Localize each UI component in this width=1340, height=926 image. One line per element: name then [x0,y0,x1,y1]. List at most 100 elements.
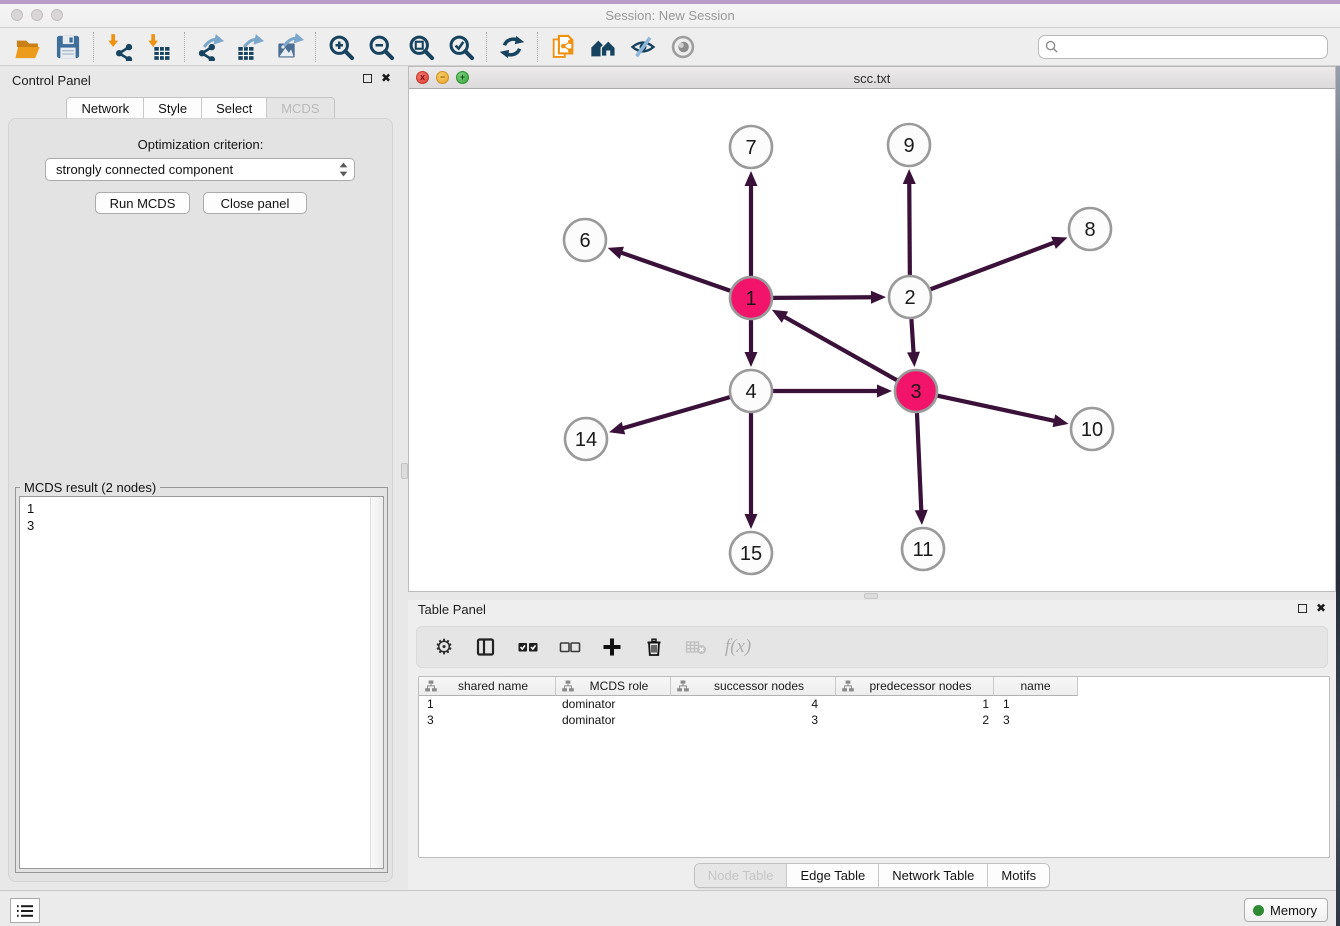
show-all-networks-button[interactable] [583,31,623,63]
table-cell[interactable]: 3 [994,713,1078,727]
graph-edge-1-4[interactable] [745,320,758,367]
splitter-grip[interactable] [401,463,408,479]
graph-edge-2-8[interactable] [931,237,1068,290]
graph-edge-3-1[interactable] [772,310,897,380]
graph-edge-3-10[interactable] [938,396,1069,427]
search-box[interactable] [1038,35,1328,59]
apply-preferred-layout-button[interactable] [492,31,532,63]
table-cell[interactable]: 3 [671,713,836,727]
show-task-history-button[interactable] [10,898,40,923]
zoom-out-button[interactable] [361,31,401,63]
export-network-button[interactable] [190,31,230,63]
network-canvas[interactable]: 1 2 3 4 6 7 8 9 10 11 14 15 [409,89,1335,591]
graph-node-15[interactable]: 15 [730,532,772,574]
graph-edge-4-14[interactable] [609,397,730,434]
graph-edge-4-15[interactable] [745,413,758,529]
zoom-in-button[interactable] [321,31,361,63]
column-header-name[interactable]: name [994,677,1078,696]
table-cell[interactable]: 3 [419,713,556,727]
network-window-titlebar[interactable]: x − + scc.txt [409,67,1335,89]
new-network-from-selection-button[interactable] [543,31,583,63]
table-cell[interactable]: dominator [556,713,671,727]
graph-node-8[interactable]: 8 [1069,208,1111,250]
graph-edge-1-7[interactable] [745,171,758,276]
table-cell[interactable]: 1 [419,697,556,711]
graph-node-3[interactable]: 3 [895,370,937,412]
control-panel: Control Panel ✖ NetworkStyleSelectMCDS O… [0,66,401,890]
graph-edge-2-9[interactable] [903,169,916,275]
graph-node-4[interactable]: 4 [730,370,772,412]
table-header-row: shared name MCDS role successor nodes pr… [419,677,1329,696]
save-session-button[interactable] [48,31,88,63]
graph-node-6[interactable]: 6 [564,219,606,261]
graph-edge-1-6[interactable] [608,247,731,291]
table-cell[interactable]: dominator [556,697,671,711]
result-scrollbar[interactable] [370,497,383,868]
column-header-shared-name[interactable]: shared name [419,677,556,696]
close-panel-icon[interactable]: ✖ [1316,603,1326,613]
import-network-from-file-icon [105,33,133,61]
column-header-predecessor-nodes[interactable]: predecessor nodes [836,677,994,696]
tab-motifs[interactable]: Motifs [988,864,1049,887]
zoom-selected-region-button[interactable] [441,31,481,63]
column-layout-button[interactable] [473,634,499,660]
hide-graphics-details-button[interactable] [623,31,663,63]
export-table-button[interactable] [230,31,270,63]
horizontal-splitter[interactable] [408,592,1336,600]
close-panel-icon[interactable]: ✖ [381,73,391,83]
criterion-dropdown[interactable]: strongly connected component [45,158,355,181]
float-panel-icon[interactable] [363,74,372,83]
graph-node-14[interactable]: 14 [565,418,607,460]
tab-edge-table[interactable]: Edge Table [787,864,879,887]
table-panel-title: Table Panel [418,602,486,617]
table-cell[interactable]: 1 [836,697,994,711]
graph-node-9[interactable]: 9 [888,124,930,166]
mcds-result-list[interactable]: 13 [19,496,384,869]
table-cell[interactable]: 4 [671,697,836,711]
column-header-MCDS-role[interactable]: MCDS role [556,677,671,696]
float-panel-icon[interactable] [1298,604,1307,613]
delete-columns-button[interactable] [641,634,667,660]
tab-node-table[interactable]: Node Table [695,864,788,887]
graph-node-11[interactable]: 11 [902,528,944,570]
zoom-fit-content-icon [407,33,435,61]
table-cell[interactable]: 1 [994,697,1078,711]
tab-network-table[interactable]: Network Table [879,864,988,887]
graph-edge-2-3[interactable] [907,319,920,367]
graph-node-2[interactable]: 2 [889,276,931,318]
import-network-from-file-button[interactable] [99,31,139,63]
tab-mcds[interactable]: MCDS [267,98,333,119]
graph-node-7[interactable]: 7 [730,126,772,168]
select-all-columns-button[interactable] [515,634,541,660]
deselect-all-columns-button[interactable] [557,634,583,660]
table-options-button[interactable]: ⚙ [431,634,457,660]
graph-edge-1-2[interactable] [773,291,886,304]
vertical-splitter[interactable] [401,66,408,890]
search-input[interactable] [1058,40,1321,54]
graph-node-1[interactable]: 1 [730,277,772,319]
tab-select[interactable]: Select [202,98,267,119]
run-mcds-button[interactable]: Run MCDS [95,192,190,214]
splitter-grip[interactable] [864,593,878,599]
graph-edge-4-3[interactable] [773,385,892,398]
memory-button[interactable]: Memory [1244,898,1328,922]
graph-node-10[interactable]: 10 [1071,408,1113,450]
list-icon [16,904,34,918]
show-graphics-details-button[interactable] [663,31,703,63]
zoom-fit-content-button[interactable] [401,31,441,63]
toolbar-icon-group [8,28,703,65]
export-image-button[interactable] [270,31,310,63]
graph-edge-3-11[interactable] [915,413,928,525]
create-column-button[interactable] [599,634,625,660]
tab-style[interactable]: Style [144,98,202,119]
hierarchy-icon [562,680,574,692]
open-session-button[interactable] [8,31,48,63]
import-table-from-file-button[interactable] [139,31,179,63]
table-cell[interactable]: 2 [836,713,994,727]
close-panel-button[interactable]: Close panel [203,192,307,214]
network-graph[interactable]: 1 2 3 4 6 7 8 9 10 11 14 15 [409,89,1335,591]
column-header-successor-nodes[interactable]: successor nodes [671,677,836,696]
export-image-icon [276,33,304,61]
tab-network[interactable]: Network [67,98,144,119]
toolbar-separator [486,32,487,62]
